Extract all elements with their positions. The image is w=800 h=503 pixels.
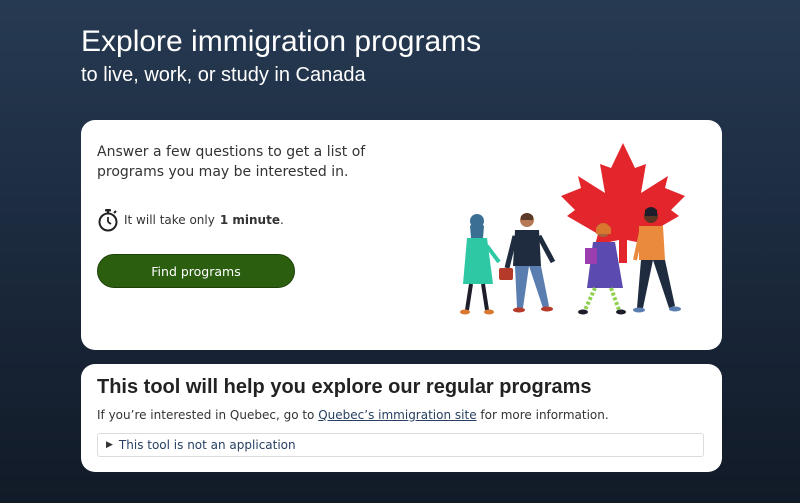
quebec-prefix: If you’re interested in Quebec, go to <box>97 408 315 422</box>
details-label: This tool is not an application <box>118 438 296 452</box>
maple-leaf-icon <box>561 143 685 263</box>
intro-text: Answer a few questions to get a list of … <box>97 144 366 180</box>
intro-card: Answer a few questions to get a list of … <box>81 120 722 350</box>
stopwatch-icon <box>98 209 118 232</box>
quebec-suffix: for more information. <box>480 408 609 422</box>
quebec-immigration-link[interactable]: Quebec’s immigration site <box>318 408 476 422</box>
time-suffix: . <box>279 213 284 227</box>
not-application-details[interactable]: ▶ This tool is not an application <box>97 433 704 457</box>
time-prefix: It will take only <box>124 213 215 227</box>
info-card-title: This tool will help you explore our regu… <box>97 376 592 398</box>
expand-triangle-icon: ▶ <box>106 440 113 450</box>
page-subtitle: to live, work, or study in Canada <box>81 64 366 86</box>
person-figure-2 <box>499 213 556 313</box>
time-duration: 1 minute <box>219 213 280 227</box>
person-figure-1 <box>460 214 501 315</box>
time-estimate: It will take only 1 minute. <box>97 208 284 232</box>
info-card: This tool will help you explore our regu… <box>81 364 722 472</box>
quebec-note: If you’re interested in Quebec, go to Qu… <box>97 408 609 422</box>
find-programs-button[interactable]: Find programs <box>97 254 295 288</box>
maple-leaf-people-illustration <box>460 143 685 315</box>
page-title: Explore immigration programs <box>81 25 482 58</box>
